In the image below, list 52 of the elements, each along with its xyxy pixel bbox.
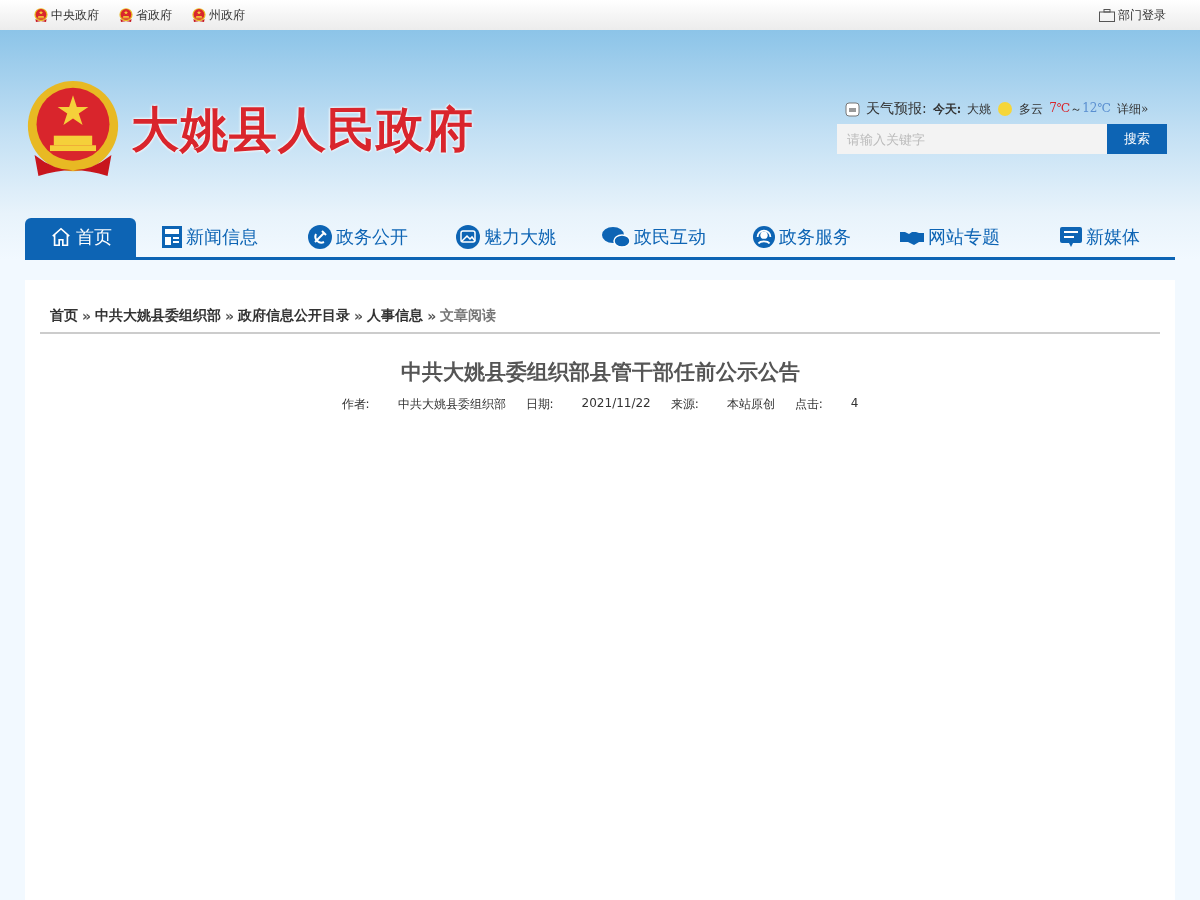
- breadcrumb-separator: »: [354, 308, 364, 324]
- weather-condition: 多云: [1019, 100, 1044, 118]
- meta-label: 作者:: [341, 396, 370, 413]
- newspaper-icon: [162, 226, 182, 249]
- meta-label: 点击:: [794, 396, 823, 413]
- breadcrumb-link[interactable]: 政府信息公开目录: [238, 307, 351, 325]
- nav-tab[interactable]: 政务服务: [728, 217, 876, 257]
- article-title: 中共大姚县委组织部县管干部任前公示公告: [399, 359, 801, 386]
- meta-value: 本站原创: [726, 396, 775, 413]
- breadcrumb-separator: »: [225, 308, 235, 324]
- breadcrumb-link[interactable]: 中共大姚县委组织部: [95, 307, 222, 325]
- monitor-icon: [1059, 227, 1082, 248]
- meta-value: 4: [850, 396, 859, 412]
- weather-place: 大姚: [967, 100, 992, 118]
- chat-bubbles-icon: [602, 225, 630, 250]
- weather-day: 今天:: [932, 100, 962, 118]
- breadcrumb-link[interactable]: 人事信息: [367, 307, 424, 325]
- high-temperature: 12℃: [1082, 100, 1111, 117]
- weather-label: 天气预报:: [866, 100, 927, 118]
- top-link[interactable]: 省政府: [119, 6, 172, 24]
- briefcase-icon: [1099, 8, 1115, 22]
- nav-tab[interactable]: 首页: [25, 217, 136, 257]
- emblem-icon: [34, 7, 48, 23]
- mountain-icon: [456, 225, 480, 250]
- home-icon: [49, 226, 72, 249]
- meta-label: 来源:: [670, 396, 699, 413]
- nav-tab[interactable]: 新闻信息: [136, 217, 284, 257]
- emblem-icon: [192, 7, 206, 23]
- calendar-icon: [845, 101, 860, 117]
- weather-details-link[interactable]: 详细»: [1116, 100, 1149, 118]
- low-temperature: 7℃: [1049, 100, 1071, 117]
- breadcrumb-separator: »: [82, 308, 92, 324]
- nav-tab[interactable]: 政务公开: [284, 217, 432, 257]
- nav-tab[interactable]: 政民互动: [580, 217, 728, 257]
- sun-icon: [997, 101, 1014, 117]
- meta-value: 2021/11/22: [581, 396, 651, 412]
- nav-tab[interactable]: 新媒体: [1024, 217, 1175, 257]
- breadcrumb-separator: »: [427, 308, 437, 324]
- meta-label: 日期:: [525, 396, 554, 413]
- handshake-icon: [900, 229, 924, 246]
- meta-value: 中共大姚县委组织部: [397, 396, 506, 413]
- top-link[interactable]: 中央政府: [34, 6, 99, 24]
- breadcrumb-link[interactable]: 文章阅读: [440, 307, 497, 325]
- temperature-tilde: ～: [1070, 100, 1083, 118]
- nav-tab[interactable]: 魅力大姚: [432, 217, 580, 257]
- nav-tab[interactable]: 网站专题: [876, 217, 1024, 257]
- site-title: 大姚县人民政府: [131, 100, 474, 160]
- top-link[interactable]: 州政府: [192, 6, 245, 24]
- emblem-icon: [119, 7, 133, 23]
- breadcrumb-link[interactable]: 首页: [50, 307, 78, 325]
- login-link[interactable]: 部门登录: [1099, 6, 1166, 24]
- search-button[interactable]: 搜索: [1107, 124, 1167, 154]
